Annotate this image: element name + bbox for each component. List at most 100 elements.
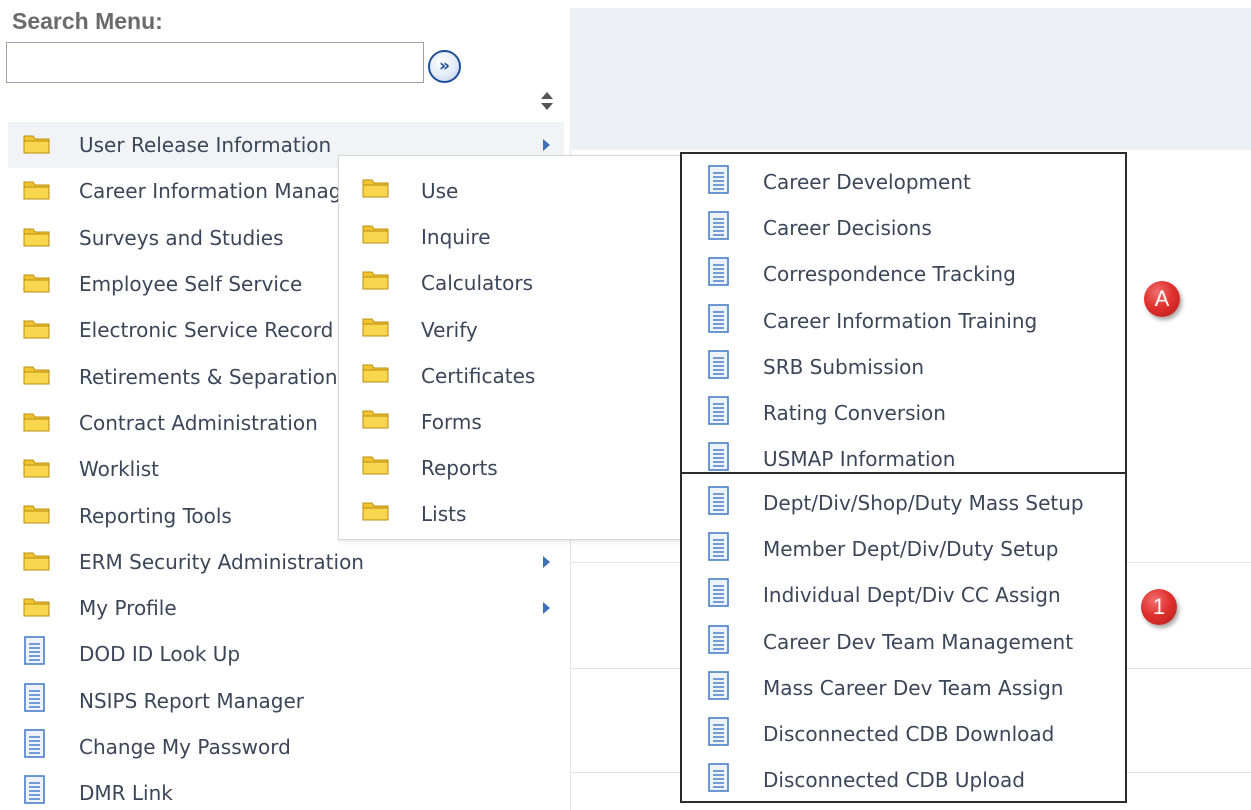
document-icon [706,670,731,701]
folder-icon [22,317,52,341]
menu-item-label: Contract Administration [79,410,318,435]
menu-item-nsips-report-manager[interactable]: NSIPS Report Manager [8,678,564,724]
submenu-item-label: Reports [421,456,498,481]
submenu-arrow-icon [541,600,551,614]
submenu-item-inquire[interactable]: Inquire [339,212,682,258]
callout-badge-a: A [1144,281,1180,317]
page-link-career-decisions[interactable]: Career Decisions [682,206,1125,252]
search-go-button[interactable]: » [428,50,461,83]
document-icon [706,349,731,380]
page-link-disconnected-cdb-download[interactable]: Disconnected CDB Download [682,712,1125,758]
document-icon [706,717,731,747]
submenu-item-use[interactable]: Use [339,166,682,212]
menu-item-label: DOD ID Look Up [79,642,241,667]
submenu-item-certificates[interactable]: Certificates [339,351,682,397]
divider [1127,668,1251,669]
page-group-a: Career Development Career Decisions Corr… [680,152,1127,474]
submenu-item-verify[interactable]: Verify [339,305,682,351]
page-link-career-development[interactable]: Career Development [682,160,1125,206]
folder-icon [22,549,52,573]
submenu-item-label: Forms [421,410,482,434]
page-link-label: Career Development [763,170,971,194]
document-icon [706,486,731,516]
page-link-label: USMAP Information [763,447,956,472]
submenu-item-reports[interactable]: Reports [339,443,682,489]
menu-item-label: My Profile [79,596,177,621]
document-icon [706,211,731,241]
folder-icon [22,271,52,295]
document-icon [706,257,731,287]
search-input[interactable] [6,42,424,83]
search-menu-title: Search Menu: [12,8,163,34]
menu-item-erm-security-administration[interactable]: ERM Security Administration [8,539,564,585]
callout-badge-1: 1 [1141,589,1177,625]
folder-icon [361,499,391,523]
page-link-member-dept-div-duty-setup[interactable]: Member Dept/Div/Duty Setup [682,527,1125,573]
document-icon [706,763,731,793]
folder-icon [361,453,391,477]
menu-item-label: Employee Self Service [79,272,303,297]
folder-icon [361,268,391,292]
menu-item-my-profile[interactable]: My Profile [8,585,564,631]
menu-item-label: NSIPS Report Manager [79,688,304,713]
page-link-career-dev-team-management[interactable]: Career Dev Team Management [682,620,1125,666]
page-link-label: Dept/Div/Shop/Duty Mass Setup [763,491,1084,515]
page-link-label: Correspondence Tracking [763,262,1016,287]
page-link-label: Career Dev Team Management [763,629,1074,654]
page-link-label: Disconnected CDB Download [763,722,1055,746]
folder-icon [361,407,391,431]
folder-icon [22,502,52,526]
page-link-mass-career-dev-team-assign[interactable]: Mass Career Dev Team Assign [682,666,1125,712]
submenu-arrow-icon [541,137,551,151]
page-link-rating-conversion[interactable]: Rating Conversion [682,391,1125,437]
menu-item-label: Electronic Service Record [79,318,334,343]
page-link-career-information-training[interactable]: Career Information Training [682,299,1125,345]
page-link-dept-div-shop-duty-mass-setup[interactable]: Dept/Div/Shop/Duty Mass Setup [682,481,1125,527]
folder-icon [361,222,391,246]
folder-icon [22,178,52,202]
folder-icon [22,225,52,249]
submenu-item-label: Lists [421,502,467,527]
folder-icon [361,361,391,385]
menu-item-label: Surveys and Studies [79,225,284,250]
divider [1127,562,1251,563]
page-link-srb-submission[interactable]: SRB Submission [682,345,1125,391]
menu-item-change-my-password[interactable]: Change My Password [8,724,564,770]
submenu-item-lists[interactable]: Lists [339,489,682,535]
submenu-item-forms[interactable]: Forms [339,397,682,443]
page-link-label: SRB Submission [763,354,925,379]
menu-item-label: ERM Security Administration [79,549,364,574]
folder-icon [22,363,52,387]
document-icon [22,636,47,666]
folder-icon [22,595,52,619]
document-icon [706,578,731,608]
submenu-item-label: Certificates [421,363,536,388]
page-group-1: Dept/Div/Shop/Duty Mass Setup Member Dep… [680,472,1127,803]
page-link-correspondence-tracking[interactable]: Correspondence Tracking [682,252,1125,298]
divider [1127,772,1251,773]
page-link-individual-dept-div-cc-assign[interactable]: Individual Dept/Div CC Assign [682,573,1125,619]
page-link-disconnected-cdb-upload[interactable]: Disconnected CDB Upload [682,758,1125,804]
document-icon [706,442,731,472]
document-icon [706,532,731,562]
sort-icon[interactable] [537,88,557,114]
document-icon [706,303,731,334]
folder-icon [361,176,391,200]
submenu-item-label: Inquire [421,225,491,250]
submenu-arrow-icon [541,554,551,568]
menu-item-label: Retirements & Separations [79,364,348,389]
menu-item-label: Reporting Tools [79,503,232,528]
divider [570,668,680,669]
page-link-label: Disconnected CDB Upload [763,768,1025,793]
folder-icon [22,132,52,156]
menu-item-label: DMR Link [79,781,173,806]
menu-item-dmr-link[interactable]: DMR Link [8,770,564,810]
folder-icon [22,410,52,434]
document-icon [706,624,731,655]
folder-icon [22,456,52,480]
page-link-label: Rating Conversion [763,401,946,425]
menu-item-label: Change My Password [79,735,291,759]
menu-item-dod-id-look-up[interactable]: DOD ID Look Up [8,631,564,677]
folder-icon [361,315,391,339]
submenu-item-calculators[interactable]: Calculators [339,258,682,304]
